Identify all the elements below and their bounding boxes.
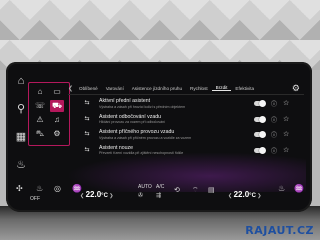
- fan-speed-icon[interactable]: ✇: [138, 192, 143, 199]
- info-icon[interactable]: ⓘ: [271, 115, 277, 124]
- item-title: Asistent odbočování vzadu: [99, 113, 162, 120]
- rear-turn-assist-icon: ⇆: [84, 115, 90, 122]
- infotainment-screen: ⌂ ⚲ ▦ ♨ ⌂ ▭ ☏ ⛟ ⚠ ♫ ⛍ ⚙ ❮ Oblíbené Varov…: [6, 62, 312, 212]
- list-item[interactable]: ⇆ Asistent odbočování vzadu Hlídání prov…: [68, 114, 304, 128]
- front-defrost-icon[interactable]: ⌔: [192, 186, 199, 195]
- chevron-left-icon[interactable]: ❮: [228, 193, 232, 199]
- climate-off-button[interactable]: OFF: [30, 196, 40, 202]
- car-icon[interactable]: ⛍: [33, 128, 47, 140]
- info-icon[interactable]: ⓘ: [271, 99, 277, 108]
- tab-speed[interactable]: Rychlost: [186, 86, 212, 91]
- emergency-assist-icon: ⇆: [84, 146, 90, 153]
- home-icon[interactable]: ⌂: [14, 74, 28, 88]
- list-item[interactable]: ⇆ Asistent nouze Převzetí řízení vozidla…: [68, 145, 304, 159]
- info-icon[interactable]: ⓘ: [271, 146, 277, 155]
- left-temp-value: 22.0: [85, 190, 102, 199]
- cross-traffic-icon: ⇆: [84, 131, 90, 137]
- chevron-right-icon[interactable]: ❯: [109, 193, 113, 199]
- right-temp-unit: °C: [249, 193, 256, 199]
- chevron-right-icon[interactable]: ❯: [257, 193, 261, 199]
- item-title: Asistent nouze: [99, 144, 134, 151]
- fan-icon[interactable]: ✣: [16, 184, 23, 193]
- recirculation-icon[interactable]: ⟲: [174, 186, 180, 194]
- list-item[interactable]: ⇆ Aktivní přední asistent Výstraha a zás…: [68, 98, 304, 112]
- star-icon[interactable]: ☆: [283, 146, 289, 154]
- house-icon[interactable]: ⌂: [33, 86, 47, 98]
- seat-heat-icon[interactable]: ♨: [14, 158, 28, 172]
- settings-icon[interactable]: ⚙: [50, 128, 64, 140]
- screen-icon[interactable]: ▭: [50, 86, 64, 98]
- item-title: Asistent příčného provozu vzadu: [99, 129, 175, 135]
- apps-icon[interactable]: ▦: [14, 130, 28, 144]
- tab-brake[interactable]: Brzdit: [211, 85, 232, 91]
- item-title: Aktivní přední asistent: [99, 98, 151, 104]
- auto-button[interactable]: AUTO: [138, 184, 152, 190]
- star-icon[interactable]: ☆: [283, 130, 289, 138]
- rear-defrost-icon[interactable]: ▤: [208, 186, 215, 194]
- steering-heat-icon[interactable]: ◎: [54, 184, 61, 193]
- climate-bar: ✣ ♨ ◎ ♒ OFF ❮ 22.0°C ❯ AUTO ✇ A/C ⇶ ⟲ ⌔ …: [6, 180, 312, 212]
- tab-warnings[interactable]: Varování: [102, 86, 128, 91]
- star-icon[interactable]: ☆: [283, 99, 289, 107]
- seat-heat-left-icon[interactable]: ♨: [36, 184, 43, 193]
- chevron-left-icon[interactable]: ❮: [68, 85, 73, 92]
- airflow-icon[interactable]: ⇶: [156, 192, 161, 199]
- info-icon[interactable]: ⓘ: [271, 130, 277, 139]
- item-subtitle: Převzetí řízení vozidla při zjištění nes…: [99, 151, 184, 155]
- toggle-switch[interactable]: [254, 100, 266, 107]
- settings-tab-bar: ❮ Oblíbené Varování Asistence jízdního p…: [68, 82, 304, 95]
- item-subtitle: Výstraha a zásah při hrozící kolizi s př…: [99, 104, 186, 109]
- seat-heat-right-icon[interactable]: ♨: [278, 184, 285, 193]
- right-temp-display[interactable]: ❮ 22.0°C ❯: [228, 190, 262, 199]
- star-icon[interactable]: ☆: [283, 115, 289, 123]
- assist-settings-list: ⇆ Aktivní přední asistent Výstraha a zás…: [68, 98, 304, 160]
- item-subtitle: Hlídání provozu za vozem při odbočování: [99, 120, 166, 124]
- toggle-switch[interactable]: [254, 131, 266, 138]
- tab-favorites[interactable]: Oblíbené: [75, 86, 102, 91]
- phone-icon[interactable]: ☏: [33, 100, 47, 112]
- music-icon[interactable]: ♫: [50, 114, 64, 126]
- right-temp-value: 22.0: [233, 190, 250, 199]
- tab-lane-assist[interactable]: Asistence jízdního pruhu: [128, 86, 186, 91]
- item-subtitle: Výstraha a zásah při příčném provozu a v…: [99, 135, 192, 140]
- warning-icon[interactable]: ⚠: [33, 114, 47, 126]
- chevron-left-icon[interactable]: ❮: [80, 193, 84, 199]
- toggle-switch[interactable]: [254, 146, 266, 154]
- toggle-switch[interactable]: [254, 115, 266, 123]
- seat-vent-right-icon[interactable]: ♒: [294, 184, 304, 193]
- quick-menu-grid: ⌂ ▭ ☏ ⛟ ⚠ ♫ ⛍ ⚙: [28, 82, 70, 146]
- left-temp-display[interactable]: ❮ 22.0°C ❯: [80, 190, 114, 199]
- seat-icon[interactable]: ⚲: [14, 102, 28, 116]
- car-assist-icon[interactable]: ⛟: [50, 100, 64, 112]
- dashboard-upholstery: [0, 0, 320, 70]
- tab-efficiency[interactable]: Efektivita: [231, 86, 258, 91]
- gear-icon[interactable]: ⚙: [292, 82, 300, 94]
- ac-button[interactable]: A/C: [156, 184, 164, 190]
- list-item[interactable]: ⇆ Asistent příčného provozu vzadu Výstra…: [68, 129, 304, 143]
- left-temp-unit: °C: [101, 193, 108, 199]
- front-assist-icon: ⇆: [84, 100, 90, 106]
- watermark-logo: RAJAUT.CZ: [245, 224, 314, 237]
